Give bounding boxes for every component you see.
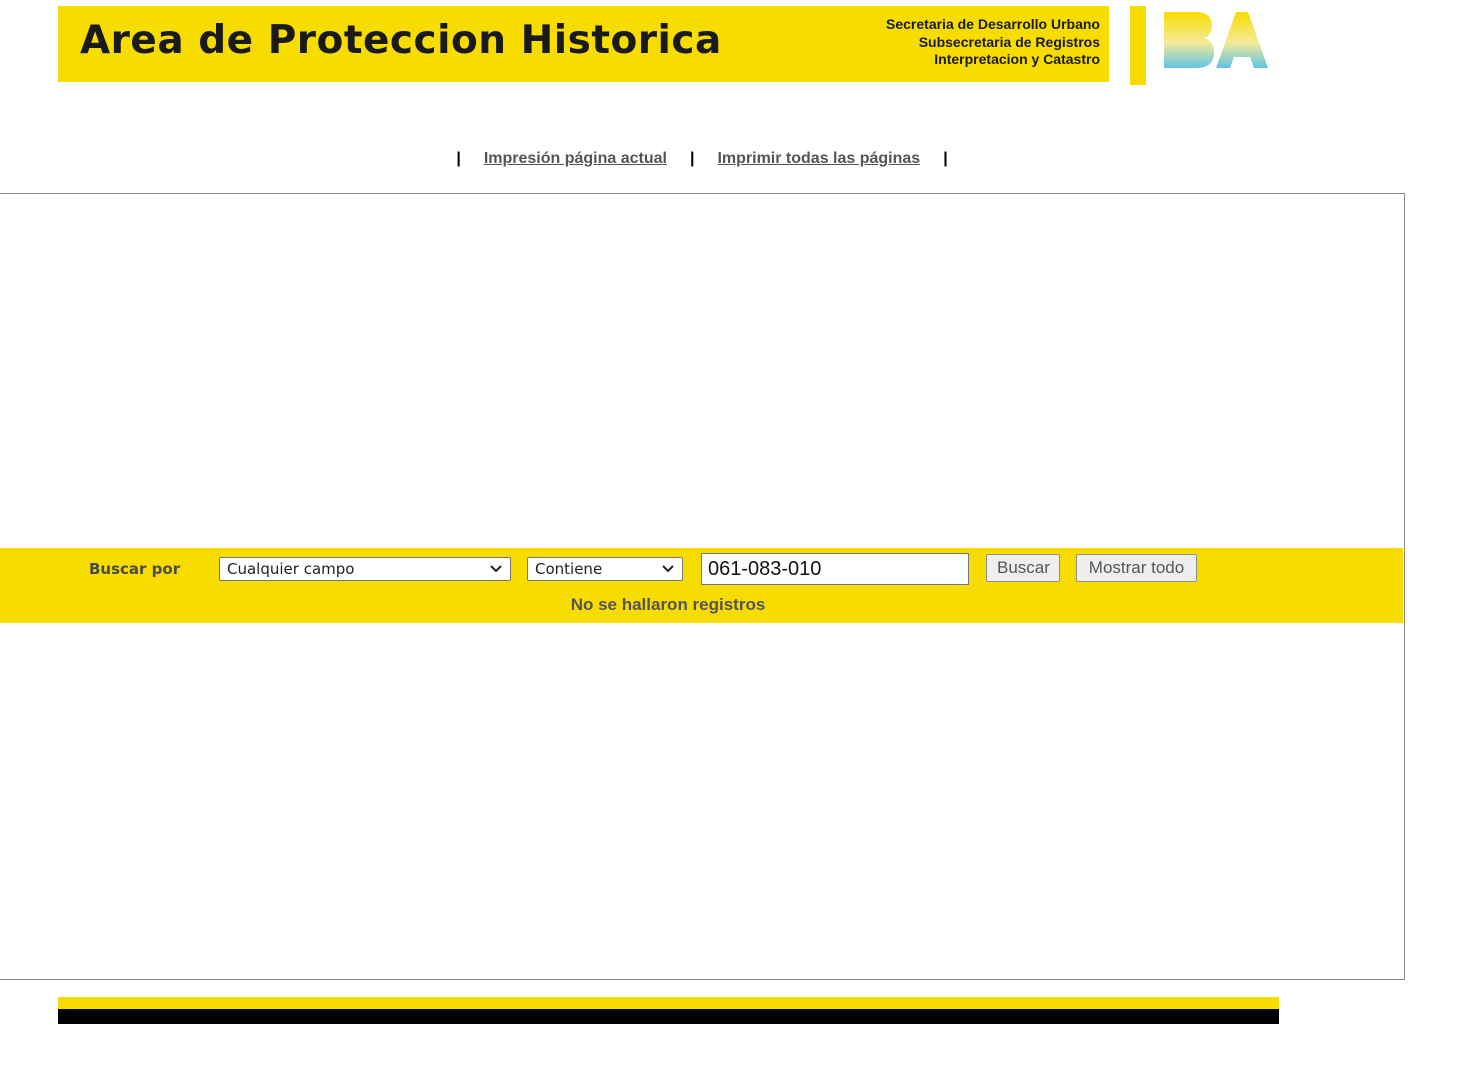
search-operator-value: Contiene — [535, 560, 603, 578]
print-all-pages-link[interactable]: Imprimir todas las páginas — [717, 150, 920, 167]
link-separator: | — [943, 150, 948, 167]
search-operator-select[interactable]: Contiene — [527, 557, 683, 581]
chevron-down-icon — [490, 565, 502, 573]
no-results-message: No se hallaron registros — [570, 595, 766, 614]
organization-block: Secretaria de Desarrollo Urbano Subsecre… — [886, 16, 1100, 69]
page-title: Area de Proteccion Historica — [80, 18, 722, 63]
footer-black-band — [58, 1009, 1279, 1024]
header-banner: Area de Proteccion Historica Secretaria … — [58, 6, 1109, 82]
footer-yellow-band — [58, 997, 1279, 1009]
ba-logo-icon — [1162, 10, 1268, 70]
show-all-button[interactable]: Mostrar todo — [1076, 554, 1197, 582]
search-bar: Buscar por Cualquier campo Contiene Busc… — [0, 548, 1403, 623]
search-field-value: Cualquier campo — [227, 560, 355, 578]
org-line-subsecretaria: Subsecretaria de Registros — [918, 33, 1100, 50]
search-button[interactable]: Buscar — [986, 554, 1060, 582]
header-divider — [1130, 6, 1146, 85]
link-separator: | — [456, 150, 461, 167]
org-line-secretaria: Secretaria de Desarrollo Urbano — [886, 16, 1100, 32]
search-input[interactable] — [701, 553, 969, 585]
link-separator: | — [689, 150, 695, 167]
org-line-interpretacion: Interpretacion y Catastro — [934, 51, 1100, 67]
chevron-down-icon — [662, 565, 674, 573]
search-field-select[interactable]: Cualquier campo — [219, 557, 511, 581]
print-links-bar: | Impresión página actual | Imprimir todas … — [0, 150, 1404, 168]
search-by-label: Buscar por — [89, 560, 181, 578]
print-current-page-link[interactable]: Impresión página actual — [484, 150, 667, 167]
